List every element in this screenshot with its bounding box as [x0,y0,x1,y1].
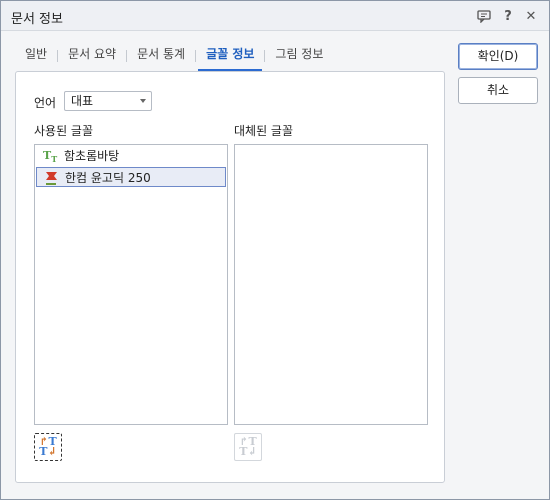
document-info-dialog: 문서 정보 ? ✕ 일반 문서 요약 문서 통계 글꼴 정보 그림 정보 언어 … [0,0,550,500]
help-button[interactable]: ? [499,7,517,25]
tab-document-summary[interactable]: 문서 요약 [58,41,126,71]
tab-font-info[interactable]: 글꼴 정보 [196,41,264,71]
title-bar: 문서 정보 ? ✕ [1,1,549,31]
language-label: 언어 [34,96,57,110]
font-name: 함초롬바탕 [64,149,120,163]
truetype-font-icon: TT [43,149,58,165]
chevron-down-icon [140,99,146,103]
font-swap-icon: ↱T T↲ [39,435,57,458]
font-swap-icon: ↱T T↲ [239,435,257,458]
tab-general[interactable]: 일반 [15,41,57,71]
cancel-button[interactable]: 취소 [458,77,538,104]
language-select-value: 대표 [71,94,94,108]
used-fonts-label: 사용된 글꼴 [34,124,94,138]
used-fonts-list[interactable]: TT 함초롬바탕 한컴 윤고딕 250 [34,144,228,425]
ok-button[interactable]: 확인(D) [458,43,538,70]
list-item[interactable]: 한컴 윤고딕 250 [36,167,226,187]
language-select[interactable]: 대표 [64,91,152,111]
font-info-panel: 언어 대표 사용된 글꼴 대체된 글꼴 TT 함초롬바탕 한컴 윤고딕 250 [15,71,445,483]
tab-document-statistics[interactable]: 문서 통계 [127,41,195,71]
list-item[interactable]: TT 함초롬바탕 [36,146,226,166]
hancom-font-icon [44,171,58,185]
tab-image-info[interactable]: 그림 정보 [265,41,333,71]
close-button[interactable]: ✕ [522,7,540,25]
dialog-title: 문서 정보 [11,12,63,27]
font-name: 한컴 윤고딕 250 [65,171,151,185]
tab-bar: 일반 문서 요약 문서 통계 글꼴 정보 그림 정보 [15,41,333,71]
replaced-fonts-label: 대체된 글꼴 [234,124,294,138]
font-restore-button[interactable]: ↱T T↲ [234,433,262,461]
chat-icon[interactable] [475,7,493,25]
replaced-fonts-list[interactable] [234,144,428,425]
font-replace-button[interactable]: ↱T T↲ [34,433,62,461]
